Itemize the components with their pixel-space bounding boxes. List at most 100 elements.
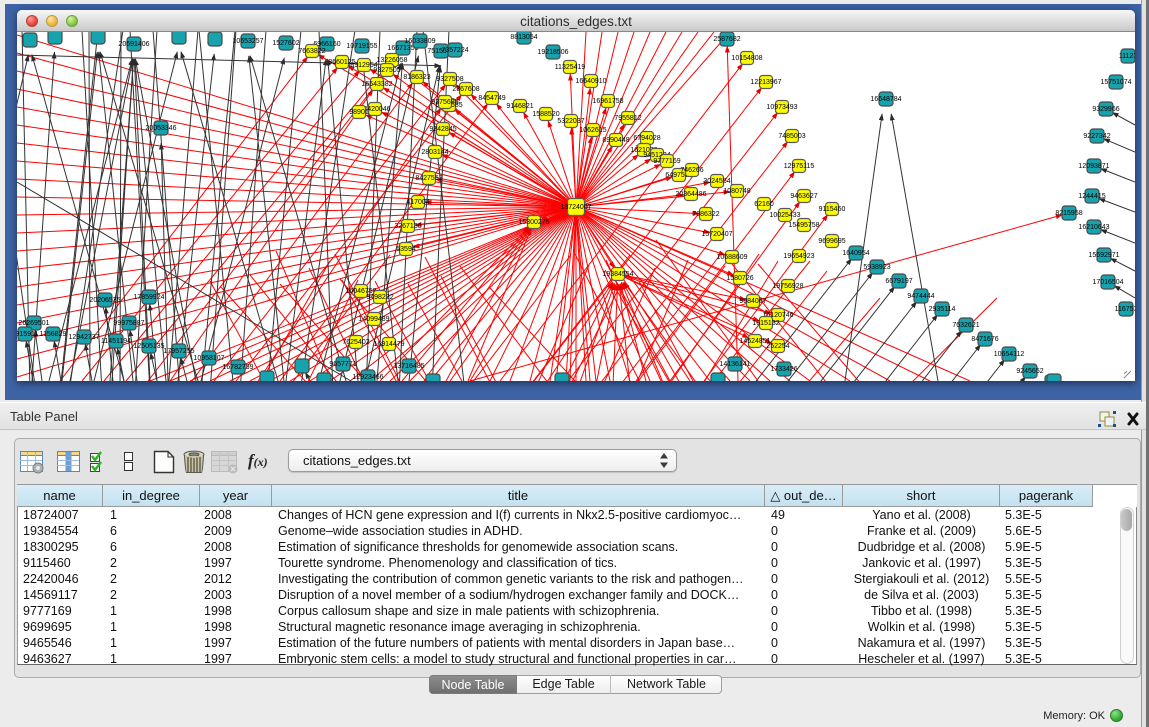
svg-text:12975115: 12975115 <box>784 163 815 170</box>
svg-text:10958107: 10958107 <box>193 355 224 362</box>
svg-text:9699695: 9699695 <box>818 238 845 245</box>
svg-text:9242845: 9242845 <box>429 126 456 133</box>
svg-text:8454749: 8454749 <box>478 95 505 102</box>
svg-text:7625402: 7625402 <box>342 339 369 346</box>
svg-text:12213967: 12213967 <box>750 79 781 86</box>
svg-text:1062615: 1062615 <box>579 127 606 134</box>
svg-text:8427552: 8427552 <box>415 175 442 182</box>
svg-text:10025433: 10025433 <box>769 212 800 219</box>
svg-text:116753: 116753 <box>1115 306 1135 313</box>
svg-text:19384554: 19384554 <box>602 271 633 278</box>
svg-text:7886322: 7886322 <box>692 211 719 218</box>
svg-text:62160: 62160 <box>754 201 774 208</box>
svg-text:11451194: 11451194 <box>101 338 131 345</box>
svg-text:3024554: 3024554 <box>703 178 730 185</box>
svg-text:1588520: 1588520 <box>532 111 559 118</box>
svg-text:3267130: 3267130 <box>394 223 421 230</box>
svg-text:2587682: 2587682 <box>713 36 740 43</box>
svg-text:20206535: 20206535 <box>89 297 120 304</box>
svg-text:9657771: 9657771 <box>329 361 356 368</box>
svg-text:14136141: 14136141 <box>719 361 750 368</box>
svg-text:1640954: 1640954 <box>842 250 869 257</box>
svg-text:14099489: 14099489 <box>358 316 389 323</box>
svg-text:12942737: 12942737 <box>68 334 99 341</box>
svg-text:417004: 417004 <box>406 199 429 206</box>
svg-text:8990448: 8990448 <box>602 137 629 144</box>
svg-text:15300275: 15300275 <box>518 219 549 226</box>
svg-text:9327508: 9327508 <box>436 76 463 83</box>
svg-text:16640910: 16640910 <box>575 78 606 85</box>
svg-text:8186323: 8186323 <box>403 74 430 81</box>
svg-text:18724007: 18724007 <box>560 204 591 211</box>
svg-text:2367608: 2367608 <box>452 86 479 93</box>
svg-text:9227342: 9227342 <box>1083 133 1110 140</box>
svg-text:7663822: 7663822 <box>298 48 325 55</box>
svg-text:9463627: 9463627 <box>790 193 817 200</box>
svg-text:11325419: 11325419 <box>555 64 586 71</box>
svg-text:1244415: 1244415 <box>1078 193 1105 200</box>
svg-text:2935114: 2935114 <box>929 306 956 313</box>
svg-text:13716485: 13716485 <box>393 363 424 370</box>
svg-text:3915911: 3915911 <box>17 331 38 338</box>
svg-text:19654923: 19654923 <box>783 253 814 260</box>
svg-text:16914479: 16914479 <box>373 341 404 348</box>
svg-text:16543382: 16543382 <box>361 81 392 88</box>
svg-text:6679197: 6679197 <box>885 278 912 285</box>
svg-text:17859924: 17859924 <box>133 294 164 301</box>
svg-text:16648784: 16648784 <box>870 96 901 103</box>
svg-text:10973493: 10973493 <box>766 104 797 111</box>
svg-text:9498222: 9498222 <box>366 294 393 301</box>
svg-text:1080748: 1080748 <box>723 188 750 195</box>
svg-text:6794028: 6794028 <box>633 135 660 142</box>
svg-text:8215958: 8215958 <box>1055 210 1082 217</box>
svg-text:26269501: 26269501 <box>18 320 49 327</box>
svg-text:8813054: 8813054 <box>510 34 537 41</box>
svg-text:16210643: 16210643 <box>1078 224 1109 231</box>
svg-text:15751074: 15751074 <box>1100 79 1131 86</box>
svg-text:53594: 53594 <box>396 246 416 253</box>
svg-text:7357224: 7357224 <box>441 47 468 54</box>
svg-text:7955812: 7955812 <box>614 115 641 122</box>
svg-text:20364486: 20364486 <box>675 191 706 198</box>
svg-text:17016504: 17016504 <box>1092 279 1123 286</box>
svg-text:98901: 98901 <box>349 109 369 116</box>
svg-text:99975887: 99975887 <box>113 320 144 327</box>
svg-text:9084067: 9084067 <box>739 298 766 305</box>
svg-text:10688609: 10688609 <box>716 254 747 261</box>
svg-text:252254: 252254 <box>766 343 789 350</box>
svg-text:20053346: 20053346 <box>145 125 176 132</box>
svg-text:17957255: 17957255 <box>163 348 194 355</box>
svg-text:9327505: 9327505 <box>373 67 400 74</box>
svg-text:10654112: 10654112 <box>994 351 1025 358</box>
svg-text:19218506: 19218506 <box>537 49 568 56</box>
svg-text:12923466: 12923466 <box>352 374 383 381</box>
svg-text:12505135: 12505135 <box>133 343 164 350</box>
svg-text:15495758: 15495758 <box>788 222 819 229</box>
svg-text:20691406: 20691406 <box>118 41 149 48</box>
svg-text:2803144: 2803144 <box>421 149 448 156</box>
svg-text:15720407: 15720407 <box>701 231 732 238</box>
svg-text:19756928: 19756928 <box>772 283 803 290</box>
svg-text:7485003: 7485003 <box>778 133 805 140</box>
svg-text:9115460: 9115460 <box>819 206 846 213</box>
svg-text:9777169: 9777169 <box>653 158 680 165</box>
svg-text:746266: 746266 <box>680 167 703 174</box>
svg-text:9245652: 9245652 <box>1016 368 1043 375</box>
svg-text:16961758: 16961758 <box>592 98 623 105</box>
svg-text:1615132: 1615132 <box>752 320 779 327</box>
svg-text:12093871: 12093871 <box>1078 163 1109 170</box>
svg-text:15692971: 15692971 <box>1088 252 1119 259</box>
svg-text:9474444: 9474444 <box>907 293 934 300</box>
svg-text:7632621: 7632621 <box>952 322 979 329</box>
svg-text:10719155: 10719155 <box>346 43 377 50</box>
svg-text:11123: 11123 <box>1119 53 1135 60</box>
svg-text:1580726: 1580726 <box>726 275 753 282</box>
svg-text:5322037: 5322037 <box>557 118 584 125</box>
svg-text:8471676: 8471676 <box>971 336 998 343</box>
svg-text:1156829: 1156829 <box>40 331 67 338</box>
svg-text:1733426: 1733426 <box>770 366 797 373</box>
svg-text:9375685: 9375685 <box>431 99 458 106</box>
svg-text:10154808: 10154808 <box>731 55 762 62</box>
svg-text:9329966: 9329966 <box>1092 106 1119 113</box>
svg-text:5938923: 5938923 <box>863 264 890 271</box>
